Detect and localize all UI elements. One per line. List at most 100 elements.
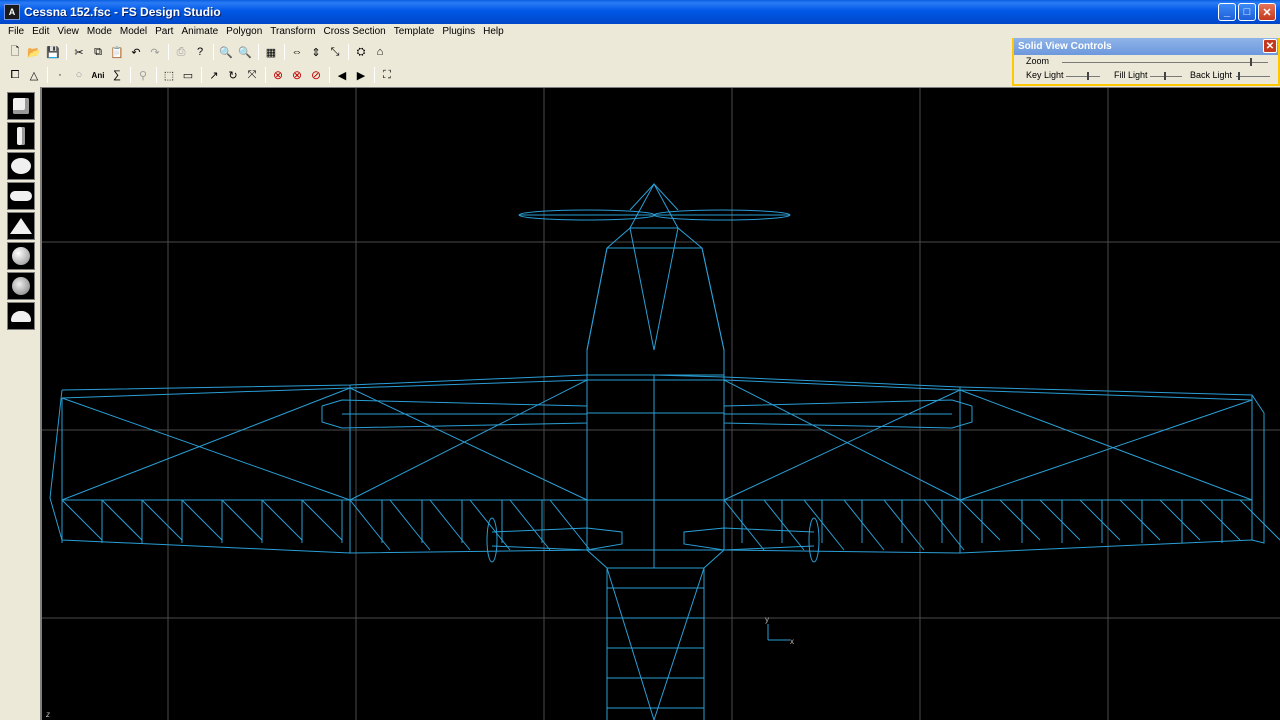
- wing-brace: [723, 389, 961, 501]
- menu-animate[interactable]: Animate: [177, 24, 222, 40]
- 3d-viewport[interactable]: yx z: [40, 87, 1280, 720]
- select-part-icon[interactable]: ⧠: [6, 66, 24, 84]
- scale-icon[interactable]: ⤧: [243, 66, 261, 84]
- cylinder-tool-button[interactable]: [7, 122, 35, 150]
- vertex-icon[interactable]: ·: [51, 66, 69, 84]
- faceted-sphere-tool-button[interactable]: [7, 272, 35, 300]
- menu-model[interactable]: Model: [116, 24, 151, 40]
- solid-view-close-button[interactable]: ✕: [1263, 39, 1277, 53]
- zoom-in-icon[interactable]: 🔍: [217, 43, 235, 61]
- toolbar-separator: [66, 44, 67, 60]
- wireframe-canvas[interactable]: yx: [42, 88, 1280, 720]
- sum-icon[interactable]: ∑: [108, 66, 126, 84]
- rect-select-icon[interactable]: ⬚: [160, 66, 178, 84]
- solid-view-title-bar[interactable]: Solid View Controls ✕: [1014, 38, 1278, 55]
- undo-icon[interactable]: ↶: [127, 43, 145, 61]
- home-view-icon[interactable]: ⌂: [371, 43, 389, 61]
- menu-template[interactable]: Template: [390, 24, 439, 40]
- measure-icon[interactable]: ▭: [179, 66, 197, 84]
- rotate-icon[interactable]: ↻: [224, 66, 242, 84]
- dome-tool-button[interactable]: [7, 302, 35, 330]
- capsule-tool-button[interactable]: [7, 182, 35, 210]
- minimize-button[interactable]: _: [1218, 3, 1236, 21]
- flap-rib: [723, 499, 765, 551]
- toolbar-separator: [374, 67, 375, 83]
- menu-edit[interactable]: Edit: [28, 24, 53, 40]
- solid-view-controls-panel: Solid View Controls ✕ Zoom Key Light Fil…: [1012, 38, 1280, 86]
- sphere-tool-button[interactable]: [7, 152, 35, 180]
- next-icon[interactable]: ▶: [352, 66, 370, 84]
- left-wheel: [486, 517, 498, 563]
- menu-transform[interactable]: Transform: [266, 24, 319, 40]
- back-light-slider[interactable]: [1236, 72, 1270, 80]
- right-wheel: [808, 517, 820, 563]
- help-icon[interactable]: ?: [191, 43, 209, 61]
- lights-row: Key Light Fill Light Back Light: [1014, 69, 1278, 83]
- wire-edge: [586, 247, 608, 351]
- cut-icon[interactable]: ✂: [70, 43, 88, 61]
- stop-y-icon[interactable]: ⊗: [288, 66, 306, 84]
- app-logo-icon: A: [4, 4, 20, 20]
- zoom-label: Zoom: [1026, 56, 1050, 66]
- menu-part[interactable]: Part: [151, 24, 177, 40]
- maximize-button[interactable]: □: [1238, 3, 1256, 21]
- scale-y-icon[interactable]: ⇕: [307, 43, 325, 61]
- title-bar[interactable]: A Cessna 152.fsc - FS Design Studio _ □ …: [0, 0, 1280, 24]
- copy-icon[interactable]: ⧉: [89, 43, 107, 61]
- close-button[interactable]: ✕: [1258, 3, 1276, 21]
- fill-light-slider-thumb[interactable]: [1163, 72, 1166, 80]
- lasso-icon[interactable]: ⚲: [134, 66, 152, 84]
- view-3d-icon[interactable]: ⛭: [352, 43, 370, 61]
- menu-help[interactable]: Help: [479, 24, 508, 40]
- binoculars-icon[interactable]: ⛶: [378, 66, 396, 84]
- toolbar-separator: [201, 67, 202, 83]
- paste-icon[interactable]: 📋: [108, 43, 126, 61]
- circle-select-icon[interactable]: ○: [70, 66, 88, 84]
- stop-x-icon[interactable]: ⊗: [269, 66, 287, 84]
- scale-z-icon[interactable]: ⤡: [326, 43, 344, 61]
- zoom-slider-thumb[interactable]: [1249, 58, 1252, 66]
- toolbar-separator: [213, 44, 214, 60]
- wing-brace: [723, 379, 961, 501]
- open-folder-icon[interactable]: 📂: [25, 43, 43, 61]
- back-light-slider-thumb[interactable]: [1237, 72, 1240, 80]
- save-icon[interactable]: 💾: [44, 43, 62, 61]
- zoom-slider[interactable]: [1062, 58, 1268, 66]
- cube-tool-button[interactable]: [7, 92, 35, 120]
- geosphere-tool-button[interactable]: [7, 242, 35, 270]
- prev-icon[interactable]: ◀: [333, 66, 351, 84]
- fill-light-label: Fill Light: [1114, 70, 1148, 80]
- stop-z-icon[interactable]: ⊘: [307, 66, 325, 84]
- main-toolbar: 🗋 📂 💾 ✂ ⧉ 📋 ↶ ↷ ⎙? 🔍 🔍 ▦ ⇔ ⇕ ⤡ ⛭ ⌂: [6, 41, 390, 63]
- flap-rib: [261, 499, 303, 541]
- zoom-out-icon[interactable]: 🔍: [236, 43, 254, 61]
- grid-icon[interactable]: ▦: [262, 43, 280, 61]
- fill-light-slider[interactable]: [1150, 72, 1182, 80]
- toolbar-separator: [329, 67, 330, 83]
- scale-x-icon[interactable]: ⇔: [288, 43, 306, 61]
- menu-cross-section[interactable]: Cross Section: [320, 24, 390, 40]
- key-light-slider-thumb[interactable]: [1086, 72, 1089, 80]
- faceted-sphere-tool-icon: [12, 277, 30, 295]
- wire-edge: [629, 227, 655, 351]
- menu-view[interactable]: View: [53, 24, 83, 40]
- axis-x-label: x: [790, 637, 794, 646]
- print-icon[interactable]: ⎙: [172, 43, 190, 61]
- flap-rib: [469, 499, 511, 551]
- new-file-icon[interactable]: 🗋: [6, 43, 24, 61]
- menu-plugins[interactable]: Plugins: [438, 24, 479, 40]
- flap-rib: [843, 499, 885, 551]
- animation-icon[interactable]: Ani: [89, 66, 107, 84]
- z-axis-label: z: [46, 710, 50, 719]
- cone-tool-button[interactable]: [7, 212, 35, 240]
- wire-edge: [653, 567, 705, 720]
- menu-polygon[interactable]: Polygon: [222, 24, 266, 40]
- select-triangle-icon[interactable]: △: [25, 66, 43, 84]
- axis-y-label: y: [765, 615, 769, 624]
- move-icon[interactable]: ↗: [205, 66, 223, 84]
- menu-file[interactable]: File: [4, 24, 28, 40]
- menu-mode[interactable]: Mode: [83, 24, 116, 40]
- redo-icon[interactable]: ↷: [146, 43, 164, 61]
- key-light-slider[interactable]: [1066, 72, 1100, 80]
- toolbar-separator: [265, 67, 266, 83]
